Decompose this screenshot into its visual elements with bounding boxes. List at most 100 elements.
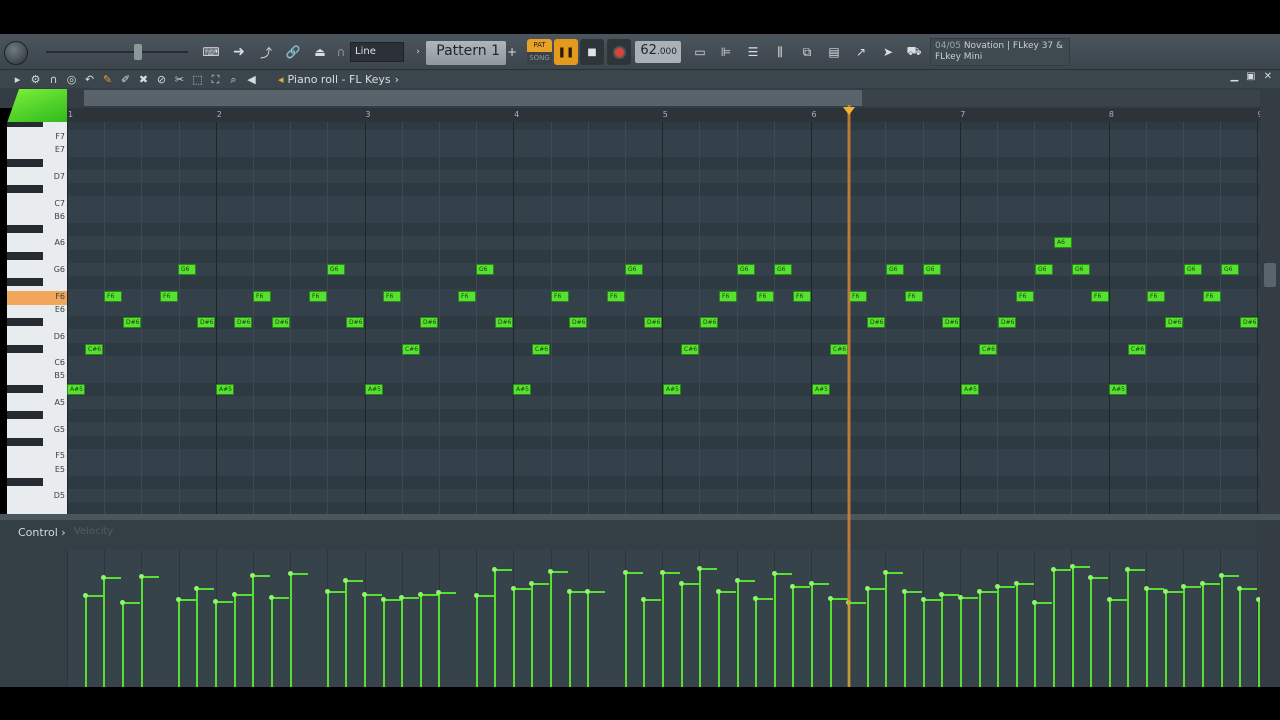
note[interactable]: F6 [1147, 290, 1165, 302]
velocity-handle[interactable] [1200, 581, 1205, 586]
velocity-bar[interactable] [1239, 588, 1241, 687]
velocity-bar[interactable] [1183, 586, 1185, 687]
velocity-handle[interactable] [697, 566, 702, 571]
velocity-bar[interactable] [830, 598, 832, 687]
velocity-bar[interactable] [755, 598, 757, 687]
velocity-handle[interactable] [325, 589, 330, 594]
scroll-thumb[interactable] [1264, 263, 1276, 287]
master-pitch-slider[interactable] [46, 51, 188, 53]
note[interactable]: G6 [327, 264, 345, 275]
pat-song-toggle[interactable]: PAT SONG [527, 39, 552, 65]
velocity-handle[interactable] [269, 595, 274, 600]
velocity-bar[interactable] [774, 573, 776, 687]
arrow-right-icon[interactable]: ➜ [228, 34, 250, 70]
velocity-bar[interactable] [476, 595, 478, 687]
velocity-handle[interactable] [585, 589, 590, 594]
note[interactable]: F6 [458, 290, 476, 302]
velocity-bar[interactable] [737, 580, 739, 687]
black-key[interactable] [7, 225, 43, 234]
velocity-bar[interactable] [252, 575, 254, 687]
tempo-display[interactable]: 62.000 [635, 41, 681, 63]
line-mode-select[interactable]: Line [350, 42, 404, 62]
note[interactable]: C#6 [681, 343, 699, 355]
velocity-bar[interactable] [1146, 588, 1148, 687]
note[interactable]: C#6 [402, 343, 420, 355]
black-key[interactable] [7, 477, 43, 486]
velocity-lane[interactable] [67, 550, 1260, 687]
velocity-handle[interactable] [1107, 597, 1112, 602]
velocity-bar[interactable] [401, 597, 403, 687]
velocity-bar[interactable] [1072, 566, 1074, 687]
note[interactable]: F6 [756, 290, 774, 302]
note[interactable]: D#6 [234, 317, 252, 329]
velocity-handle[interactable] [232, 592, 237, 597]
velocity-bar[interactable] [625, 572, 627, 687]
velocity-handle[interactable] [790, 584, 795, 589]
velocity-handle[interactable] [679, 581, 684, 586]
slider-thumb[interactable] [134, 44, 142, 60]
cpu-meter-icon[interactable]: ▭ [690, 34, 710, 70]
send-icon[interactable]: ➤ [878, 34, 898, 70]
velocity-handle[interactable] [1219, 573, 1224, 578]
cart-icon[interactable]: ⛟ [904, 34, 924, 70]
velocity-bar[interactable] [979, 591, 981, 687]
note[interactable]: C#6 [85, 343, 103, 355]
mute-icon[interactable]: ⊘ [154, 72, 169, 87]
velocity-bar[interactable] [364, 594, 366, 687]
zoom-icon[interactable]: ⌕ [226, 72, 241, 87]
velocity-bar[interactable] [1202, 583, 1204, 687]
note[interactable]: D#6 [998, 317, 1016, 329]
velocity-handle[interactable] [436, 590, 441, 595]
black-key[interactable] [7, 318, 43, 327]
velocity-bar[interactable] [1053, 569, 1055, 687]
note[interactable]: D#6 [1165, 317, 1183, 329]
velocity-handle[interactable] [139, 574, 144, 579]
velocity-bar[interactable] [420, 594, 422, 687]
curve-icon[interactable]: ⤴ [255, 34, 277, 70]
velocity-bar[interactable] [215, 601, 217, 687]
note[interactable]: D#6 [420, 317, 438, 329]
note[interactable]: F6 [104, 290, 122, 302]
velocity-handle[interactable] [343, 578, 348, 583]
minimize-icon[interactable]: ▁ [1230, 71, 1238, 82]
velocity-bar[interactable] [681, 583, 683, 687]
metronome-icon[interactable]: ⏏ [309, 34, 331, 70]
pencil-icon[interactable]: ✎ [100, 72, 115, 87]
note[interactable]: G6 [1072, 264, 1090, 275]
velocity-bar[interactable] [960, 597, 962, 687]
playhead[interactable] [847, 105, 851, 687]
select-icon[interactable]: ⬚ [190, 72, 205, 87]
paint-icon[interactable]: ✐ [118, 72, 133, 87]
velocity-bar[interactable] [718, 591, 720, 687]
chevron-right-icon[interactable]: › [412, 34, 424, 70]
velocity-bar[interactable] [550, 571, 552, 687]
velocity-bar[interactable] [383, 599, 385, 687]
note[interactable]: F6 [1203, 290, 1221, 302]
black-key[interactable] [7, 185, 43, 194]
undo-icon[interactable]: ↶ [82, 72, 97, 87]
velocity-bar[interactable] [141, 576, 143, 687]
velocity-handle[interactable] [1237, 586, 1242, 591]
note[interactable]: D#6 [197, 317, 215, 329]
stop-button[interactable]: ■ [580, 39, 604, 65]
note[interactable]: G6 [1035, 264, 1053, 275]
velocity-handle[interactable] [194, 586, 199, 591]
velocity-bar[interactable] [885, 572, 887, 687]
note[interactable]: A#5 [513, 383, 531, 395]
velocity-handle[interactable] [977, 589, 982, 594]
speaker-icon[interactable]: ◀ [244, 72, 259, 87]
velocity-bar[interactable] [85, 595, 87, 687]
velocity-handle[interactable] [101, 575, 106, 580]
velocity-handle[interactable] [865, 586, 870, 591]
velocity-handle[interactable] [641, 597, 646, 602]
note[interactable]: A#5 [1109, 383, 1127, 395]
menu-arrow-icon[interactable]: ▸ [10, 72, 25, 87]
note[interactable]: F6 [551, 290, 569, 302]
velocity-handle[interactable] [902, 589, 907, 594]
velocity-bar[interactable] [531, 583, 533, 687]
note[interactable]: G6 [886, 264, 904, 275]
velocity-handle[interactable] [399, 595, 404, 600]
velocity-handle[interactable] [1144, 586, 1149, 591]
note[interactable]: D#6 [942, 317, 960, 329]
black-key[interactable] [7, 437, 43, 446]
